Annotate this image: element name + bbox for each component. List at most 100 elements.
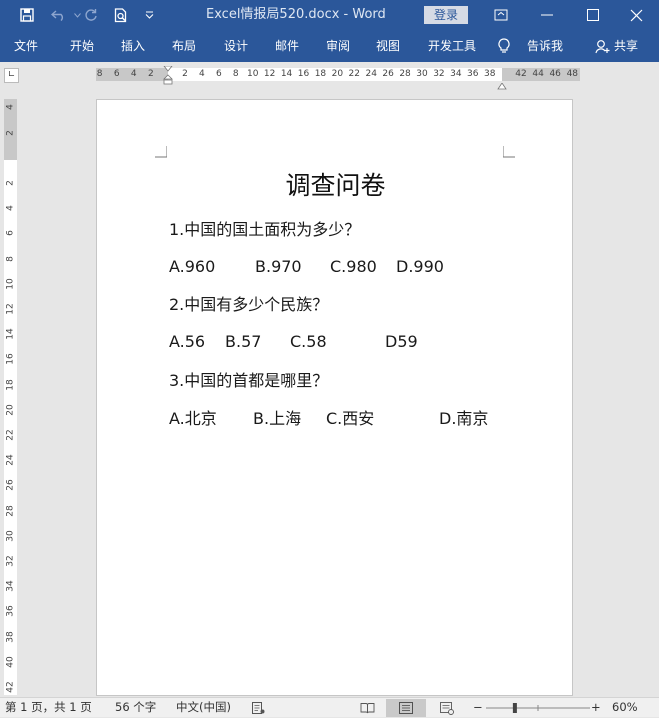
ruler-number: 18 (314, 69, 327, 79)
ruler-number: 14 (5, 328, 16, 340)
ruler-number: 14 (280, 69, 293, 79)
web-layout-icon[interactable] (438, 700, 456, 716)
ruler-number: 16 (297, 69, 310, 79)
login-button[interactable]: 登录 (424, 6, 468, 24)
ruler-number: 16 (5, 353, 16, 366)
ruler-number: 10 (5, 278, 16, 290)
ruler-number: 22 (348, 69, 361, 79)
question-3-option-c: C.西安 (326, 409, 375, 428)
tab-design[interactable]: 设计 (224, 30, 248, 62)
ruler-number: 20 (5, 404, 16, 416)
question-1-option-a: A.960 (169, 257, 216, 276)
ruler-number: 2 (148, 69, 154, 79)
ruler-number: 48 (566, 69, 579, 79)
word-count[interactable]: 56 个字 (115, 698, 156, 718)
zoom-level[interactable]: 60% (612, 698, 638, 718)
corner-mark-top-right (503, 146, 515, 158)
ruler-number: 32 (433, 69, 445, 79)
macro-record-icon[interactable] (250, 700, 266, 716)
question-2-option-a: A.56 (169, 332, 206, 351)
ruler-number: 8 (5, 255, 16, 262)
ruler-number: 38 (483, 69, 496, 79)
ruler-number: 38 (5, 630, 16, 643)
ruler-number: 36 (5, 605, 16, 618)
question-3: 3.中国的首都是哪里？ (169, 371, 329, 390)
ruler-number: 8 (232, 69, 239, 79)
ruler-number: 32 (5, 555, 16, 567)
ruler-number: 24 (365, 69, 377, 79)
tab-layout[interactable]: 布局 (172, 30, 196, 62)
question-1-option-b: B.970 (255, 257, 302, 276)
user-share-icon[interactable] (595, 39, 610, 55)
ruler-number: 24 (5, 454, 16, 466)
question-1-option-c: C.980 (330, 257, 377, 276)
title-bar: Excel情报局520.docx - Word 登录 (0, 0, 659, 30)
zoom-slider[interactable] (486, 700, 590, 716)
ruler-number: 4 (5, 104, 16, 110)
print-layout-icon[interactable] (386, 699, 426, 717)
undo-icon[interactable] (46, 0, 72, 30)
save-icon[interactable] (14, 0, 40, 30)
question-1-option-d: D.990 (396, 257, 444, 276)
tab-view[interactable]: 视图 (376, 30, 400, 62)
ruler-number: 4 (130, 69, 137, 79)
read-mode-icon[interactable] (358, 700, 376, 716)
window-title: Excel情报局520.docx - Word (206, 7, 386, 22)
customize-qat-icon[interactable] (140, 0, 158, 30)
tab-insert[interactable]: 插入 (121, 30, 145, 62)
status-bar: 第 1 页，共 1 页 56 个字 中文(中国) − + 60% (0, 697, 659, 717)
horizontal-ruler[interactable]: 8 6 4 2 2 4 6 8 10 12 14 16 18 20 22 24 26 28 30 32 34 36 38 42… (96, 65, 580, 90)
ruler-number: 34 (450, 69, 462, 79)
tab-file[interactable]: 文件 (14, 30, 38, 62)
ruler-number: 40 (5, 656, 16, 668)
zoom-out-button[interactable]: − (473, 698, 483, 718)
close-icon[interactable] (613, 0, 659, 30)
ruler-number: 12 (5, 303, 16, 315)
ruler-number: 10 (246, 69, 259, 79)
tab-review[interactable]: 审阅 (326, 30, 350, 62)
share-button[interactable]: 共享 (614, 30, 638, 62)
document-title: 调查问卷 (285, 171, 386, 200)
question-3-option-a: A.北京 (169, 409, 217, 428)
document-page[interactable]: 调查问卷 1.中国的国土面积为多少？ A.960 B.970 C.980 D.9… (96, 99, 573, 696)
ruler-number: 34 (5, 580, 16, 592)
tab-mailings[interactable]: 邮件 (275, 30, 299, 62)
question-2-option-c: C.58 (290, 332, 327, 351)
question-3-option-b: B.上海 (253, 409, 302, 428)
redo-icon[interactable] (80, 0, 102, 30)
ruler-number: 8 (96, 69, 103, 79)
ruler-number: 46 (549, 69, 561, 79)
ruler-number: 22 (5, 429, 16, 441)
ruler-number: 30 (5, 530, 16, 542)
ruler-number: 6 (215, 69, 222, 79)
language-indicator[interactable]: 中文(中国) (176, 698, 231, 718)
ruler-number: 30 (416, 69, 428, 79)
ribbon-tab-bar: 文件 开始 插入 布局 设计 邮件 审阅 视图 开发工具 告诉我 共享 (0, 30, 659, 62)
ruler-number: 6 (5, 230, 16, 237)
page-count[interactable]: 第 1 页，共 1 页 (5, 698, 92, 718)
ruler-number: 36 (467, 69, 479, 79)
lightbulb-icon[interactable] (498, 38, 510, 54)
question-2-option-b: B.57 (225, 332, 262, 351)
ruler-number: 4 (199, 69, 205, 79)
vertical-ruler[interactable]: 4 2 2 4 6 8 10 12 14 16 18 20 22 24 26 28 30 32 34 36 38 40 42 (4, 99, 17, 695)
ruler-number: 42 (5, 681, 16, 693)
tab-developer[interactable]: 开发工具 (428, 30, 476, 62)
minimize-icon[interactable] (524, 0, 570, 30)
right-indent-marker[interactable] (497, 75, 507, 90)
zoom-in-button[interactable]: + (591, 698, 601, 718)
tab-home[interactable]: 开始 (70, 30, 94, 62)
ruler-number: 26 (382, 69, 394, 79)
question-2-option-d: D59 (385, 332, 418, 351)
indent-marker[interactable] (163, 65, 173, 85)
question-2: 2.中国有多少个民族？ (169, 295, 329, 314)
ruler-number: 42 (515, 69, 527, 79)
corner-mark-top-left (155, 146, 167, 158)
print-preview-icon[interactable] (108, 0, 134, 30)
tell-me-box[interactable]: 告诉我 (527, 30, 563, 62)
tab-stop-selector[interactable]: ∟ (4, 68, 19, 83)
maximize-icon[interactable] (570, 0, 616, 30)
ribbon-display-icon[interactable] (478, 0, 524, 30)
ruler-number: 28 (399, 69, 411, 79)
ruler-number: 28 (5, 504, 16, 517)
